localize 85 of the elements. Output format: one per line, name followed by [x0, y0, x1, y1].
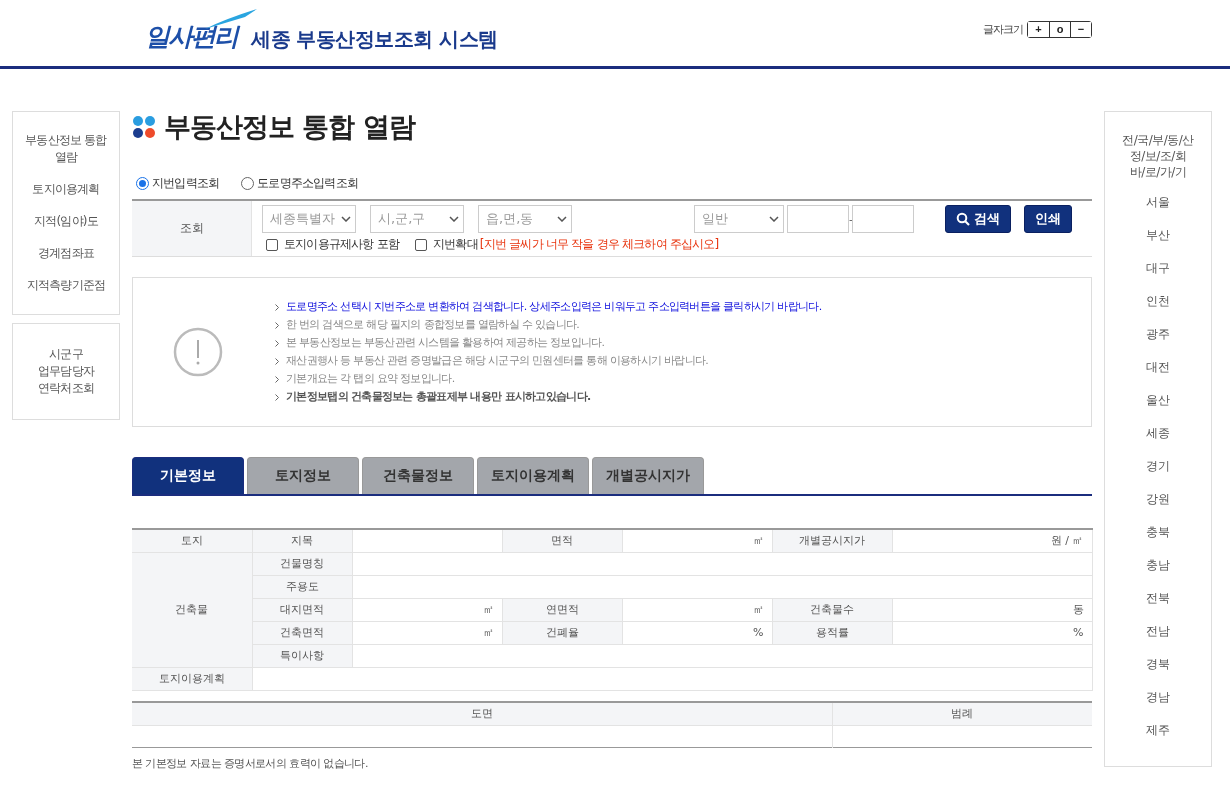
chevron-icon: [275, 357, 279, 365]
region-link[interactable]: 충남: [1146, 557, 1170, 574]
header-cell: 면적: [502, 529, 622, 552]
region-link[interactable]: 세종: [1146, 425, 1170, 442]
region-link[interactable]: 대전: [1146, 359, 1170, 376]
side-menu-item[interactable]: 경계점좌표: [38, 245, 94, 262]
region-link[interactable]: 경기: [1146, 458, 1170, 475]
tab[interactable]: 토지이용계획: [477, 457, 589, 494]
table-cell: %: [892, 621, 1092, 644]
checkbox[interactable]: 토지이용규제사항 포함: [266, 236, 399, 253]
tab[interactable]: 토지정보: [247, 457, 359, 494]
region-link[interactable]: 대구: [1146, 260, 1170, 277]
print-button[interactable]: 인쇄: [1024, 205, 1072, 233]
warning-icon: [173, 327, 223, 377]
notice-text: 도로명주소 선택시 지번주소로 변환하여 검색합니다. 상세주소입력은 비워두고 주소입력버튼을 클릭하시기 바랍니다.: [286, 299, 822, 315]
region-link[interactable]: 충북: [1146, 524, 1170, 541]
separator: -: [849, 212, 852, 226]
site-title: 세종 부동산정보조회 시스템: [251, 26, 498, 53]
table-cell: ㎡: [622, 529, 772, 552]
header-cell: 건축물수: [772, 598, 892, 621]
chevron-icon: [275, 393, 279, 401]
dots-icon: [132, 115, 156, 139]
column-header: 범례: [832, 701, 1092, 726]
notice-text: 기본정보탭의 건축물정보는 총괄표제부 내용만 표시하고있습니다.: [286, 389, 591, 405]
logo[interactable]: 일사편리: [145, 21, 241, 53]
table-cell: ㎡: [352, 621, 502, 644]
region-link[interactable]: 울산: [1146, 392, 1170, 409]
number-input[interactable]: [787, 205, 849, 233]
font-size-label: 글자크기: [983, 21, 1023, 37]
search-icon: [956, 212, 970, 226]
region-link[interactable]: 경북: [1146, 656, 1170, 673]
header-cell: 연면적: [502, 598, 622, 621]
contact-link[interactable]: 시군구 업무담당자 연락처조회: [38, 346, 94, 397]
number-input[interactable]: [852, 205, 914, 233]
region-menu-title[interactable]: 전/국/부/동/산 정/보/조/회 바/로/가/기: [1122, 132, 1194, 180]
region-link[interactable]: 인천: [1146, 293, 1170, 310]
table-cell: %: [622, 621, 772, 644]
region-link[interactable]: 경남: [1146, 689, 1170, 706]
table-cell: 동: [892, 598, 1092, 621]
notice-text: 한 번의 검색으로 해당 필지의 종합정보를 열람하실 수 있습니다.: [286, 317, 579, 333]
side-menu-item[interactable]: 부동산정보 통합 열람: [22, 132, 110, 166]
notice-text: 재산권행사 등 부동산 관련 증명발급은 해당 시군구의 민원센터를 통해 이용하시기 바랍니다.: [286, 353, 709, 369]
caret-icon: [557, 216, 567, 222]
table-cell: ㎡: [622, 598, 772, 621]
search-button[interactable]: 검색: [945, 205, 1011, 233]
region-link[interactable]: 전남: [1146, 623, 1170, 640]
search-mode-radio[interactable]: 지번입력조회: [136, 174, 220, 192]
footnote: 본 기본정보 자료는 증명서로서의 효력이 없습니다.: [132, 756, 369, 771]
tab[interactable]: 건축물정보: [362, 457, 474, 494]
header-cell: 용적률: [772, 621, 892, 644]
header-cell: 토지이용계획: [132, 667, 252, 690]
header-cell: 건폐율: [502, 621, 622, 644]
header-cell: 건축물: [132, 552, 252, 667]
chevron-icon: [275, 321, 279, 329]
table-cell: ㎡: [352, 598, 502, 621]
region-link[interactable]: 전북: [1146, 590, 1170, 607]
region-link[interactable]: 부산: [1146, 227, 1170, 244]
region-link[interactable]: 서울: [1146, 194, 1170, 211]
header-cell: 토지: [132, 529, 252, 552]
region-link[interactable]: 제주: [1146, 722, 1170, 739]
page-title: 부동산정보 통합 열람: [164, 110, 415, 144]
search-label: 조회: [132, 201, 252, 256]
tab[interactable]: 기본정보: [132, 457, 244, 494]
side-menu-item[interactable]: 지적(임야)도: [34, 213, 98, 230]
header-cell: 개별공시지가: [772, 529, 892, 552]
notice-text: 본 부동산정보는 부동산관련 시스템을 활용하여 제공하는 정보입니다.: [286, 335, 605, 351]
caret-icon: [769, 216, 779, 222]
side-menu-item[interactable]: 토지이용계획: [32, 181, 100, 198]
column-header: 도면: [132, 701, 832, 726]
caret-icon: [341, 216, 351, 222]
checkbox[interactable]: 지번확대: [415, 236, 478, 253]
table-cell: 원 / ㎡: [892, 529, 1092, 552]
search-mode-radio[interactable]: 도로명주소입력조회: [241, 174, 358, 192]
region-link[interactable]: 강원: [1146, 491, 1170, 508]
chevron-icon: [275, 375, 279, 383]
side-menu-item[interactable]: 지적측량기준점: [26, 277, 106, 294]
caret-icon: [449, 216, 459, 222]
header-cell: 지목: [252, 529, 352, 552]
tab[interactable]: 개별공시지가: [592, 457, 704, 494]
zoom-note: [지번 글씨가 너무 작을 경우 체크하여 주십시오]: [479, 236, 719, 253]
chevron-icon: [275, 339, 279, 347]
chevron-icon: [275, 303, 279, 311]
notice-text: 기본개요는 각 탭의 요약 정보입니다.: [286, 371, 455, 387]
font-size-button[interactable]: −: [1070, 21, 1091, 37]
region-link[interactable]: 광주: [1146, 326, 1170, 343]
